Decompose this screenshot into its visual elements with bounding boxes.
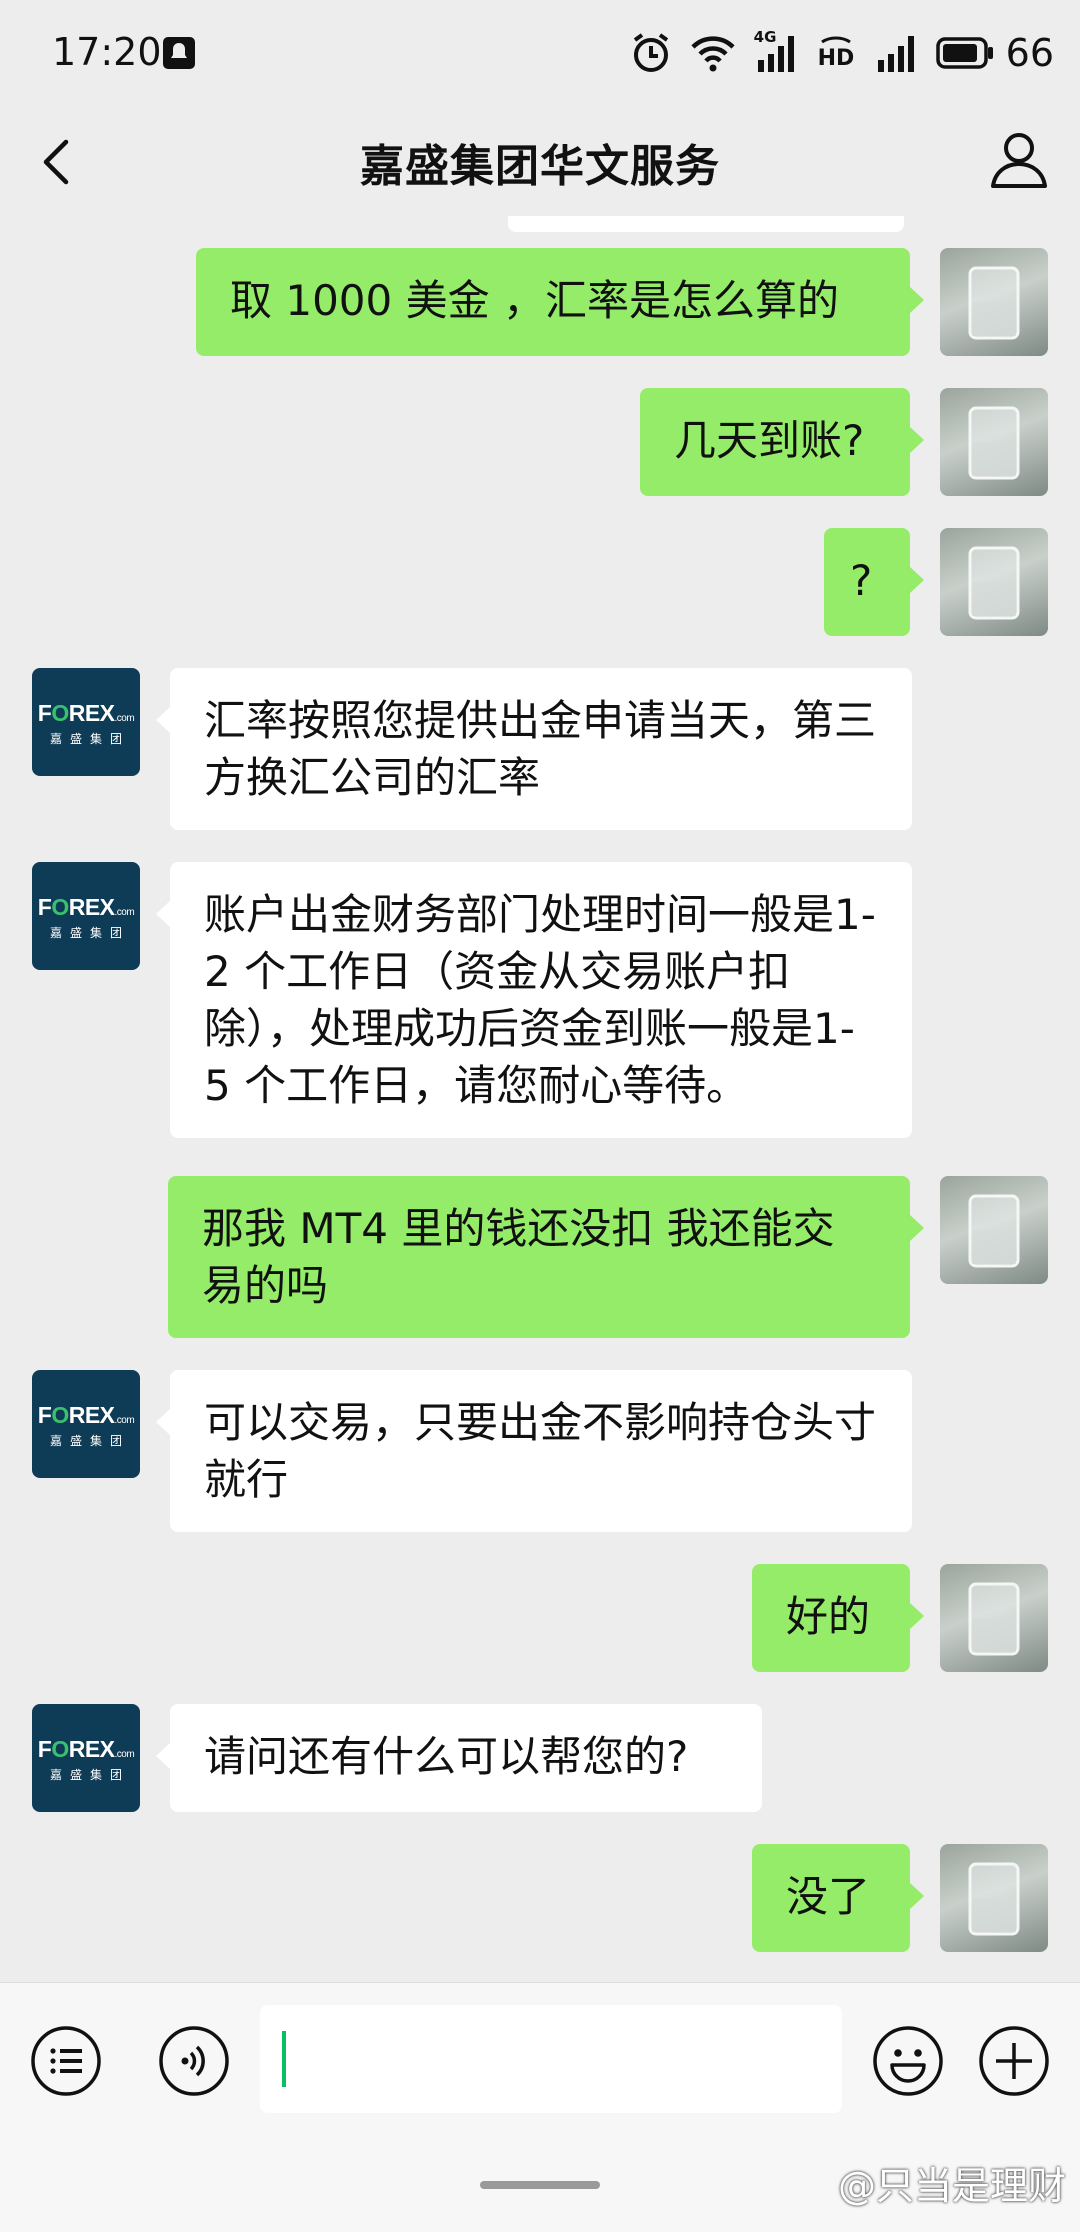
emoji-icon[interactable] — [872, 2025, 944, 2097]
status-bar: 17:20 4G HD 66 — [0, 0, 1080, 108]
chat-title: 嘉盛集团华文服务 — [360, 141, 720, 192]
status-time: 17:20 — [52, 30, 162, 74]
status-icons: 4G HD 66 — [630, 28, 1054, 78]
their-message-bubble[interactable]: 汇率按照您提供出金申请当天，第三方换汇公司的汇率 — [156, 668, 912, 830]
chat-header: 嘉盛集团华文服务 — [0, 108, 1080, 216]
menu-list-icon[interactable] — [30, 2025, 102, 2097]
profile-icon[interactable] — [988, 128, 1050, 190]
my-message-bubble[interactable]: 没了 — [752, 1844, 924, 1952]
my-avatar[interactable] — [940, 1564, 1048, 1672]
my-avatar[interactable] — [940, 528, 1048, 636]
wifi-icon — [691, 36, 735, 72]
forex-logo-subtitle: 嘉盛集团 — [49, 1434, 130, 1448]
service-avatar[interactable]: FOREX.com 嘉盛集团 — [32, 862, 140, 970]
my-message-bubble[interactable]: 几天到账? — [640, 388, 924, 496]
battery-icon — [935, 37, 993, 69]
chat-messages[interactable]: 取 1000 美金 ，汇率是怎么算的 几天到账? ? FOREX.com 嘉盛集… — [0, 216, 1080, 1982]
their-message-bubble[interactable]: 可以交易，只要出金不影响持仓头寸就行 — [156, 1370, 912, 1532]
plus-icon[interactable] — [978, 2025, 1050, 2097]
forex-logo: FOREX.com — [37, 894, 135, 920]
my-message-bubble[interactable]: 好的 — [752, 1564, 924, 1672]
previous-message-edge — [508, 216, 904, 232]
my-avatar[interactable] — [940, 1176, 1048, 1284]
my-avatar[interactable] — [940, 1844, 1048, 1952]
my-avatar[interactable] — [940, 388, 1048, 496]
battery-level: 66 — [1005, 31, 1054, 75]
forex-logo-subtitle: 嘉盛集团 — [49, 1768, 130, 1782]
alarm-icon — [633, 33, 668, 72]
service-avatar[interactable]: FOREX.com 嘉盛集团 — [32, 1704, 140, 1812]
signal-icon — [877, 36, 914, 72]
forex-logo: FOREX.com — [37, 1402, 135, 1428]
voice-input-icon[interactable] — [158, 2025, 230, 2097]
message-input[interactable] — [260, 2005, 842, 2113]
service-avatar[interactable]: FOREX.com 嘉盛集团 — [32, 1370, 140, 1478]
forex-logo-subtitle: 嘉盛集团 — [49, 926, 130, 940]
my-message-bubble[interactable]: 那我 MT4 里的钱还没扣 我还能交易的吗 — [168, 1176, 924, 1338]
cellular-4g-icon: 4G — [754, 28, 798, 74]
their-message-bubble[interactable]: 请问还有什么可以帮您的? — [156, 1704, 762, 1812]
my-avatar[interactable] — [940, 248, 1048, 356]
forex-logo-subtitle: 嘉盛集团 — [49, 732, 130, 746]
watermark: @只当是理财 — [837, 2164, 1066, 2208]
service-avatar[interactable]: FOREX.com 嘉盛集团 — [32, 668, 140, 776]
input-bar: @只当是理财 — [0, 1982, 1080, 2232]
hd-voice-icon: HD — [816, 32, 856, 74]
home-indicator[interactable] — [480, 2181, 600, 2189]
text-cursor — [282, 2031, 286, 2087]
their-message-bubble[interactable]: 账户出金财务部门处理时间一般是1-2 个工作日（资金从交易账户扣除），处理成功后… — [156, 862, 912, 1138]
my-message-bubble[interactable]: 取 1000 美金 ，汇率是怎么算的 — [196, 248, 924, 356]
forex-logo: FOREX.com — [37, 1736, 135, 1762]
my-message-bubble[interactable]: ? — [824, 528, 924, 636]
notification-icon — [163, 37, 195, 69]
forex-logo: FOREX.com — [37, 700, 135, 726]
